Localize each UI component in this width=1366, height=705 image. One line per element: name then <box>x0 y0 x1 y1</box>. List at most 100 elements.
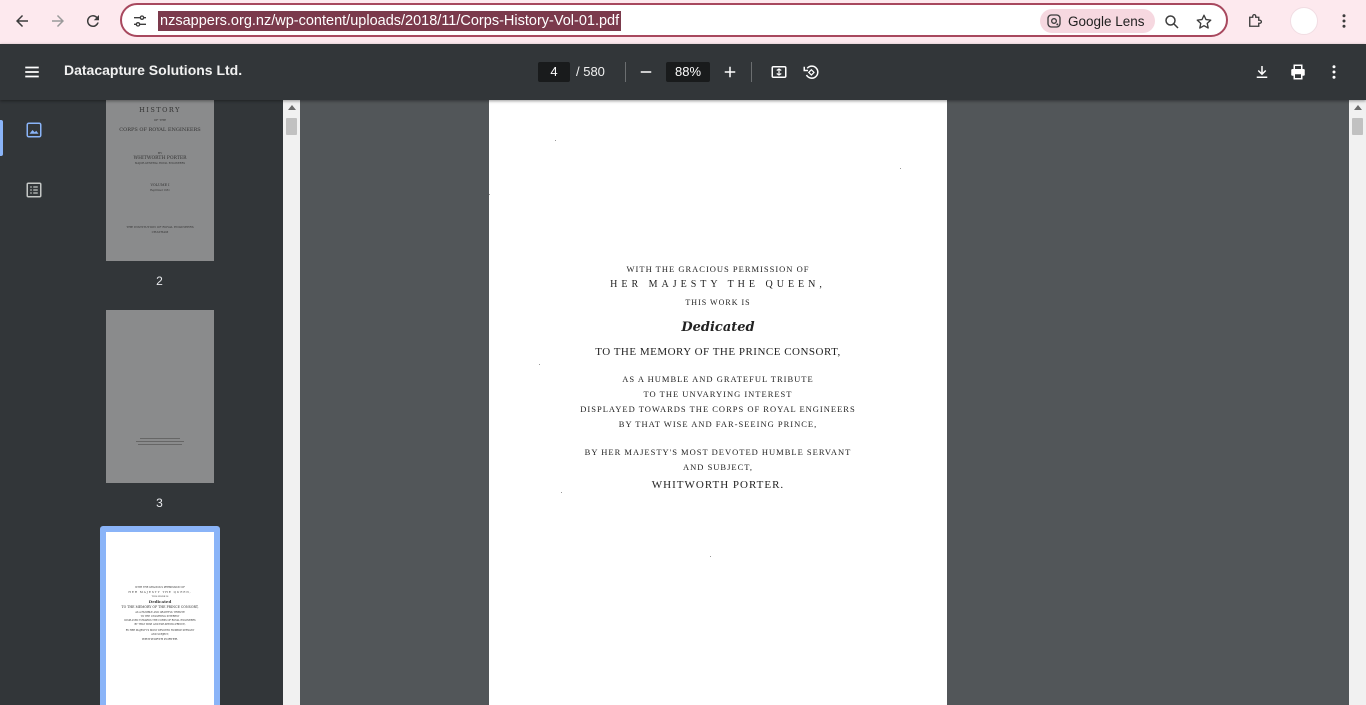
zoom-in-button[interactable] <box>716 58 744 86</box>
plus-icon <box>724 66 736 78</box>
printer-icon <box>1291 64 1305 80</box>
thumb-text: THIS WORK IS <box>151 595 169 598</box>
thumb-text: TO THE UNVARYING INTEREST <box>140 615 180 618</box>
thumb-text-line <box>138 444 182 445</box>
thumb-text: HISTORY <box>139 106 181 114</box>
sidebar-toggle-button[interactable] <box>18 58 46 86</box>
star-icon <box>1196 14 1212 29</box>
thumb-text: Dedicated <box>148 599 172 604</box>
document-title: Datacapture Solutions Ltd. <box>64 62 243 78</box>
dedication-line: WITH THE GRACIOUS PERMISSION OF <box>626 264 810 274</box>
dedication-heading: Dedicated <box>681 320 755 335</box>
scroll-up-arrow-icon[interactable] <box>1354 105 1362 110</box>
thumbnails-panel: HISTORY OF THE CORPS OF ROYAL ENGINEERS … <box>68 100 283 705</box>
pdf-toolbar: Datacapture Solutions Ltd. 4 / 580 88% <box>0 44 1366 100</box>
dedication-line: TO THE MEMORY OF THE PRINCE CONSORT, <box>595 346 841 358</box>
dedication-line: BY HER MAJESTY'S MOST DEVOTED HUMBLE SER… <box>584 447 852 457</box>
reload-icon <box>86 15 99 28</box>
thumb-text: WHITWORTH PORTER <box>133 156 187 161</box>
page-thumbnail-active[interactable]: WITH THE GRACIOUS PERMISSION OF HER MAJE… <box>106 532 214 705</box>
zoom-level-input[interactable]: 88% <box>666 62 710 82</box>
rotate-button[interactable] <box>797 58 825 86</box>
sidebar-rail <box>0 100 68 705</box>
scan-speck <box>900 168 901 169</box>
pdf-page: WITH THE GRACIOUS PERMISSION OF HER MAJE… <box>489 100 947 705</box>
document-outline-icon <box>26 182 42 198</box>
thumb-text: HER MAJESTY THE QUEEN, <box>128 590 192 594</box>
scan-speck <box>710 556 711 557</box>
outline-tab[interactable] <box>0 168 68 212</box>
dedication-line: AS A HUMBLE AND GRATEFUL TRIBUTE <box>622 374 814 384</box>
page-thumbnail[interactable] <box>106 310 214 483</box>
thumb-text: WHITWORTH PORTER. <box>141 637 179 641</box>
thumb-text: VOLUME I <box>150 183 170 187</box>
browser-toolbar: nzsappers.org.nz/wp-content/uploads/2018… <box>0 0 1366 44</box>
thumb-text: BY <box>157 151 163 155</box>
thumb-text: AS A HUMBLE AND GRATEFUL TRIBUTE <box>135 611 185 614</box>
dedication-line: HER MAJESTY THE QUEEN, <box>610 279 826 290</box>
fit-page-button[interactable] <box>765 58 793 86</box>
scan-speck <box>561 492 562 493</box>
chrome-menu-button[interactable] <box>1329 6 1359 36</box>
zoom-out-button[interactable] <box>632 58 660 86</box>
magnifier-icon <box>1165 15 1179 29</box>
document-scrollbar[interactable] <box>1349 100 1366 705</box>
image-thumbnail-icon <box>26 122 42 138</box>
dedication-line: AND SUBJECT, <box>683 462 753 472</box>
toolbar-divider <box>751 62 752 82</box>
thumb-text-line <box>140 438 180 439</box>
back-button[interactable] <box>7 6 37 36</box>
dedication-line: BY THAT WISE AND FAR-SEEING PRINCE, <box>618 419 818 429</box>
lens-icon <box>1047 14 1061 28</box>
thumb-text: MAJOR-GENERAL ROYAL ENGINEERS <box>134 162 186 165</box>
dedication-signature: WHITWORTH PORTER. <box>651 479 785 491</box>
thumb-text: BY HER MAJESTY'S MOST DEVOTED HUMBLE SER… <box>125 629 195 632</box>
thumb-text: BY THAT WISE AND FAR-SEEING PRINCE, <box>134 623 186 626</box>
bookmark-button[interactable] <box>1192 10 1216 34</box>
lens-label: Google Lens <box>1068 13 1145 29</box>
address-bar[interactable]: nzsappers.org.nz/wp-content/uploads/2018… <box>120 3 1228 37</box>
thumb-text: DISPLAYED TOWARDS THE CORPS OF ROYAL ENG… <box>124 619 196 622</box>
scan-speck <box>489 194 490 195</box>
thumb-text: THE INSTITUTION OF ROYAL ENGINEERS <box>126 225 194 229</box>
thumb-text-line <box>136 441 184 442</box>
rotate-counterclockwise-icon <box>803 65 819 79</box>
zoom-page-button[interactable] <box>1160 10 1184 34</box>
download-icon <box>1256 66 1268 78</box>
scrollbar-thumb[interactable] <box>286 118 297 135</box>
thumb-text: CORPS OF ROYAL ENGINEERS <box>119 127 201 133</box>
scrollbar-thumb[interactable] <box>1352 118 1363 135</box>
profile-avatar[interactable] <box>1290 7 1318 35</box>
arrow-right-icon <box>52 15 64 27</box>
site-settings-icon[interactable] <box>130 11 150 31</box>
google-lens-button[interactable]: Google Lens <box>1040 9 1155 33</box>
toolbar-divider <box>625 62 626 82</box>
more-actions-button[interactable] <box>1320 58 1348 86</box>
document-viewport[interactable]: WITH THE GRACIOUS PERMISSION OF HER MAJE… <box>300 100 1349 705</box>
dedication-line: DISPLAYED TOWARDS THE CORPS OF ROYAL ENG… <box>580 404 856 414</box>
thumbnails-tab[interactable] <box>0 108 68 156</box>
hamburger-menu-icon <box>25 66 39 78</box>
more-vert-icon <box>1332 65 1336 79</box>
thumb-text: Reprinted 1951 <box>150 189 170 192</box>
page-thumbnail[interactable]: HISTORY OF THE CORPS OF ROYAL ENGINEERS … <box>106 100 214 261</box>
thumbnail-page-number: 3 <box>156 496 163 510</box>
puzzle-icon <box>1249 14 1262 27</box>
dedication-line: THIS WORK IS <box>685 298 751 307</box>
fit-to-page-icon <box>771 66 787 78</box>
print-button[interactable] <box>1284 58 1312 86</box>
page-number-input[interactable]: 4 <box>538 62 570 82</box>
scroll-up-arrow-icon[interactable] <box>288 105 296 110</box>
forward-button[interactable] <box>43 6 73 36</box>
more-vert-icon <box>1342 14 1346 28</box>
scan-speck <box>539 364 540 365</box>
url-text[interactable]: nzsappers.org.nz/wp-content/uploads/2018… <box>158 11 622 31</box>
thumbnails-scrollbar[interactable] <box>283 100 300 705</box>
extensions-button[interactable] <box>1240 6 1270 36</box>
reload-button[interactable] <box>78 6 108 36</box>
thumb-text: AND SUBJECT, <box>151 633 169 636</box>
thumbnail-page-number: 2 <box>156 274 163 288</box>
thumb-text: TO THE MEMORY OF THE PRINCE CONSORT, <box>121 605 199 609</box>
download-button[interactable] <box>1248 58 1276 86</box>
scan-speck <box>555 140 556 141</box>
